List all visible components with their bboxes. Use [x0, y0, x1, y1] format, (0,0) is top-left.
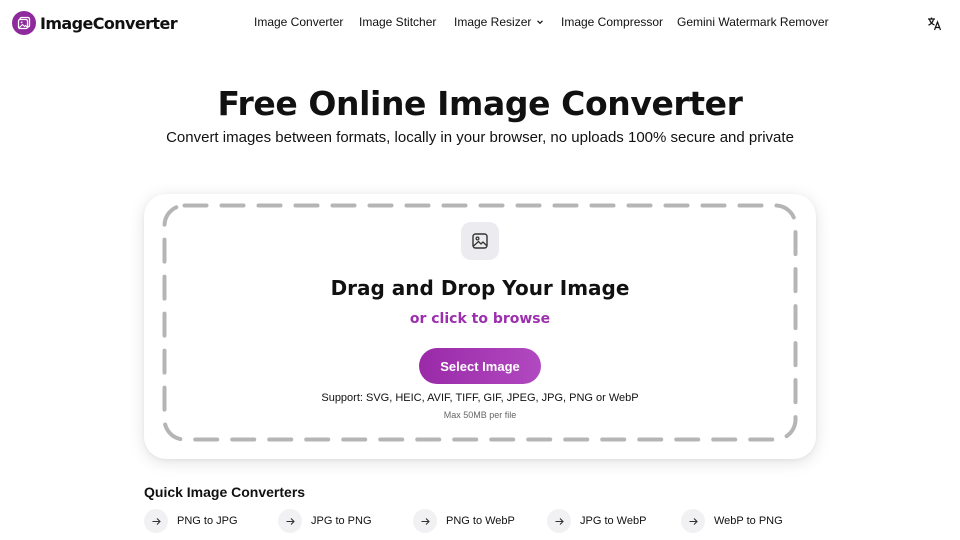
nav-label: Image Converter: [254, 15, 344, 29]
quick-link-png-to-jpg[interactable]: PNG to JPG: [144, 509, 238, 533]
image-icon: [461, 222, 499, 260]
translate-icon[interactable]: [927, 16, 942, 31]
chevron-down-icon: [537, 20, 544, 25]
nav-image-compressor[interactable]: Image Compressor: [561, 15, 663, 29]
quick-link-jpg-to-webp[interactable]: JPG to WebP: [547, 509, 646, 533]
nav-image-resizer[interactable]: Image Resizer: [454, 15, 544, 29]
quick-link-png-to-webp[interactable]: PNG to WebP: [413, 509, 515, 533]
quick-link-label: WebP to PNG: [714, 515, 783, 527]
nav-label: Image Resizer: [454, 15, 532, 29]
arrow-right-icon: [413, 509, 437, 533]
arrow-right-icon: [144, 509, 168, 533]
upload-card: Drag and Drop Your Image or click to bro…: [144, 194, 816, 459]
quick-link-label: PNG to JPG: [177, 515, 238, 527]
page-subtitle: Convert images between formats, locally …: [166, 129, 794, 146]
quick-link-label: JPG to WebP: [580, 515, 647, 527]
nav-image-stitcher[interactable]: Image Stitcher: [359, 15, 436, 29]
arrow-right-icon: [547, 509, 571, 533]
nav-gemini-watermark-remover[interactable]: Gemini Watermark Remover: [677, 15, 829, 29]
dropzone-title: Drag and Drop Your Image: [330, 276, 630, 300]
page-title: Free Online Image Converter: [217, 84, 743, 123]
site-header: ImageConverter Image Converter Image Sti…: [0, 0, 960, 46]
quick-link-webp-to-png[interactable]: WebP to PNG: [681, 509, 783, 533]
arrow-right-icon: [681, 509, 705, 533]
select-image-button[interactable]: Select Image: [419, 348, 541, 384]
quick-converters-title: Quick Image Converters: [144, 484, 306, 500]
main-nav: Image Converter Image Stitcher Image Res…: [0, 15, 960, 31]
quick-link-label: PNG to WebP: [446, 515, 515, 527]
nav-label: Gemini Watermark Remover: [677, 15, 829, 29]
quick-link-label: JPG to PNG: [311, 515, 372, 527]
nav-label: Image Compressor: [561, 15, 664, 29]
nav-image-converter[interactable]: Image Converter: [254, 15, 343, 29]
browse-link[interactable]: or click to browse: [144, 311, 816, 327]
max-file-size: Max 50MB per file: [443, 410, 517, 420]
nav-label: Image Stitcher: [359, 15, 437, 29]
quick-link-jpg-to-png[interactable]: JPG to PNG: [278, 509, 372, 533]
arrow-right-icon: [278, 509, 302, 533]
supported-formats: Support: SVG, HEIC, AVIF, TIFF, GIF, JPE…: [321, 392, 639, 404]
